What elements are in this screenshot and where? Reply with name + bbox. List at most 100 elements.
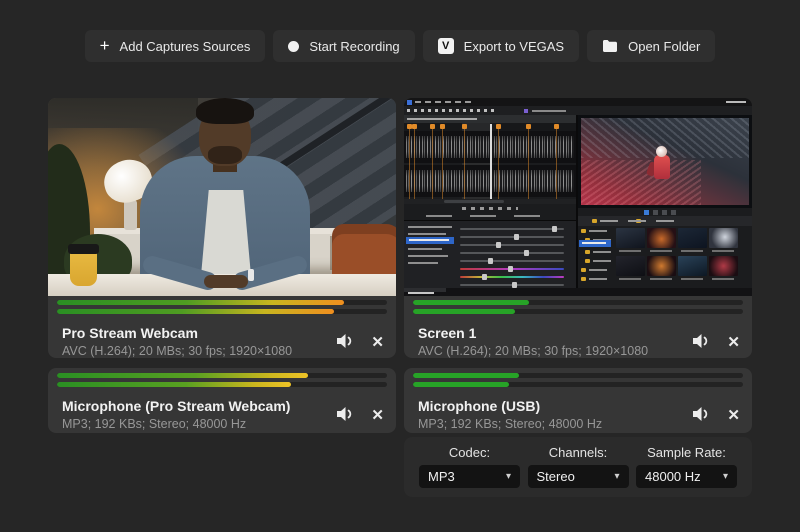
start-recording-button[interactable]: Start Recording [273, 30, 414, 62]
mute-button[interactable] [692, 406, 711, 425]
remove-source-button[interactable]: ✕ [727, 335, 740, 350]
meter-right [413, 382, 509, 387]
sample-rate-select[interactable]: 48000 Hz ▾ [636, 465, 737, 488]
codec-select[interactable]: MP3 ▾ [419, 465, 520, 488]
channels-value: Stereo [537, 469, 611, 484]
chevron-down-icon: ▾ [614, 471, 619, 482]
media-thumbnail [678, 228, 707, 248]
screen-preview [404, 98, 752, 296]
source-details: MP3; 192 KBs; Stereo; 48000 Hz [418, 416, 680, 432]
audio-meters [57, 373, 387, 387]
media-thumbnail [678, 256, 707, 276]
meter-right [57, 382, 291, 387]
chevron-down-icon: ▾ [506, 471, 511, 482]
speaker-icon [336, 406, 355, 425]
media-thumbnail [616, 228, 645, 248]
mute-button[interactable] [336, 333, 355, 352]
main-toolbar: + Add Captures Sources Start Recording V… [0, 30, 800, 62]
editor-app-icon [407, 100, 412, 105]
open-folder-label: Open Folder [628, 39, 700, 54]
marker-flag [440, 124, 445, 129]
hue-slider [460, 276, 564, 278]
playhead-cursor [490, 124, 492, 200]
source-details: AVC (H.264); 20 MBs; 30 fps; 1920×1080 [62, 343, 324, 359]
audio-meters [57, 300, 387, 314]
waveform-scrollbar [444, 200, 504, 203]
media-thumbnail [709, 256, 738, 276]
source-title: Microphone (USB) [418, 398, 680, 415]
marker-flag [430, 124, 435, 129]
add-captures-sources-button[interactable]: + Add Captures Sources [85, 30, 266, 62]
astronaut-helmet [656, 146, 667, 157]
marker-flag [526, 124, 531, 129]
speaker-icon [692, 406, 711, 425]
remove-source-button[interactable]: ✕ [371, 335, 384, 350]
source-details: MP3; 192 KBs; Stereo; 48000 Hz [62, 416, 324, 432]
source-details: AVC (H.264); 20 MBs; 30 fps; 1920×1080 [418, 343, 680, 359]
source-title: Microphone (Pro Stream Webcam) [62, 398, 324, 415]
folder-icon [592, 219, 597, 223]
media-thumbnail [709, 228, 738, 248]
remove-source-button[interactable]: ✕ [727, 408, 740, 423]
sample-rate-value: 48000 Hz [645, 469, 719, 484]
channels-select[interactable]: Stereo ▾ [528, 465, 629, 488]
remove-source-button[interactable]: ✕ [371, 408, 384, 423]
media-thumbnail [616, 256, 645, 276]
folder-icon [585, 259, 590, 263]
meter-right [413, 309, 515, 314]
transport-button-active [644, 210, 649, 215]
audio-meters [413, 373, 743, 387]
sample-rate-label: Sample Rate: [647, 445, 726, 460]
source-title: Pro Stream Webcam [62, 325, 324, 342]
media-thumbnail [647, 228, 676, 248]
export-to-vegas-label: Export to VEGAS [464, 39, 564, 54]
codec-value: MP3 [428, 469, 502, 484]
coffee-cup [70, 250, 97, 286]
slider [460, 260, 564, 262]
codec-label: Codec: [449, 445, 490, 460]
source-card-mic-webcam: Microphone (Pro Stream Webcam) MP3; 192 … [48, 368, 396, 433]
meter-left [57, 300, 344, 305]
export-to-vegas-button[interactable]: V Export to VEGAS [423, 30, 579, 62]
open-folder-button[interactable]: Open Folder [587, 30, 715, 62]
vegas-icon: V [438, 38, 454, 54]
folder-icon [585, 250, 590, 254]
editor-statusbar [404, 288, 752, 296]
source-card-mic-usb: Microphone (USB) MP3; 192 KBs; Stereo; 4… [404, 368, 752, 433]
speaker-icon [336, 333, 355, 352]
folder-icon [602, 39, 618, 53]
webcam-preview [48, 98, 396, 296]
close-icon: ✕ [371, 335, 384, 350]
start-recording-label: Start Recording [309, 39, 399, 54]
slider [460, 252, 564, 254]
mute-button[interactable] [692, 333, 711, 352]
meter-left [413, 373, 519, 378]
marker-flag [412, 124, 417, 129]
meter-right [57, 309, 334, 314]
chevron-down-icon: ▾ [723, 471, 728, 482]
folder-icon [581, 229, 586, 233]
audio-meters [413, 300, 743, 314]
record-icon [288, 41, 299, 52]
marker-flag [554, 124, 559, 129]
slider [460, 228, 564, 230]
speaker-icon [692, 333, 711, 352]
meter-left [413, 300, 529, 305]
slider [460, 244, 564, 246]
source-card-webcam: Pro Stream Webcam AVC (H.264); 20 MBs; 3… [48, 98, 396, 358]
source-title: Screen 1 [418, 325, 680, 342]
slider [460, 236, 564, 238]
mute-button[interactable] [336, 406, 355, 425]
plus-icon: + [100, 37, 110, 54]
folder-icon [581, 268, 586, 272]
marker-flag [496, 124, 501, 129]
meter-left [57, 373, 308, 378]
astronaut-figure [654, 155, 670, 179]
add-captures-sources-label: Add Captures Sources [120, 39, 251, 54]
marker-flag [462, 124, 467, 129]
folder-icon [581, 277, 586, 281]
close-icon: ✕ [371, 408, 384, 423]
close-icon: ✕ [727, 335, 740, 350]
channels-label: Channels: [549, 445, 608, 460]
close-icon: ✕ [727, 408, 740, 423]
